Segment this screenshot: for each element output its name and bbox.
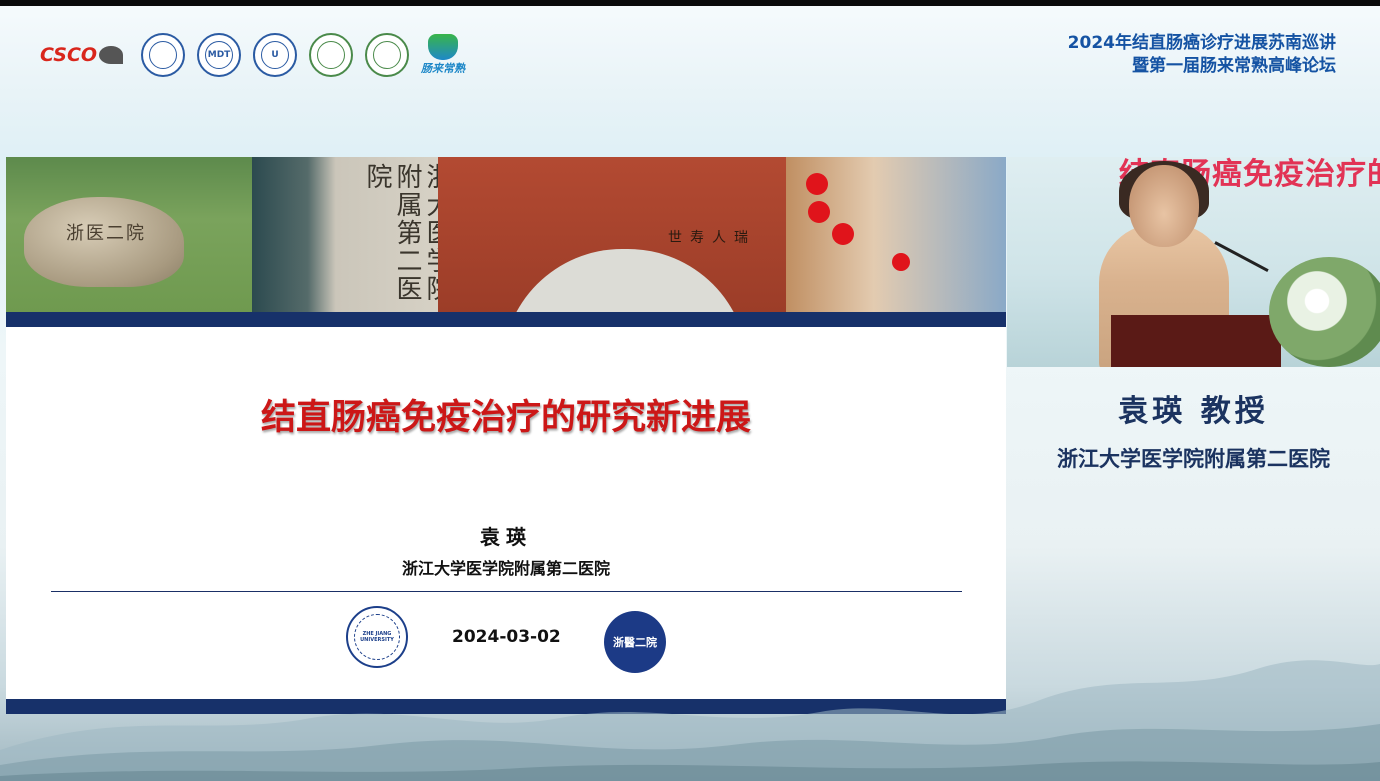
mdt-seal-text: MDT [207, 50, 231, 60]
hospital-banner-photo: 浙医二院 浙大医学院附属第二医院 世寿人瑞 [6, 157, 1006, 312]
lantern-icon [832, 223, 854, 245]
slide-bottom-band [6, 699, 1006, 714]
photo-gate-inscription: 世寿人瑞 [668, 230, 756, 246]
hospital-seal-logo [309, 33, 354, 77]
photo-rock-inscription: 浙医二院 [66, 223, 146, 244]
speaker-video-feed: 结直肠癌免疫治疗的 [1007, 157, 1380, 367]
slide-speaker-name: 袁瑛 [480, 525, 532, 549]
sponsor-logos: CSCO MDT U 肠来常熟 [40, 30, 465, 80]
lantern-icon [892, 253, 910, 271]
lantern-icon [806, 173, 828, 195]
conference-title-line2: 暨第一届肠来常熟高峰论坛 [1132, 56, 1336, 76]
presentation-slide: 浙医二院 浙大医学院附属第二医院 世寿人瑞 结直肠癌免疫治疗的研究新进展 袁瑛 … [6, 157, 1006, 714]
csco-logo: CSCO [40, 44, 124, 66]
podium [1111, 315, 1281, 367]
csco-emblem-icon [99, 46, 124, 64]
slide-divider [51, 591, 962, 592]
conference-title: 2024年结直肠癌诊疗进展苏南巡讲 暨第一届肠来常熟高峰论坛 [1068, 32, 1336, 78]
csco-logo-text: CSCO [40, 44, 98, 66]
photo-building: 浙大医学院附属第二医院 [252, 157, 452, 312]
photo-arch [502, 249, 748, 312]
slide-title: 结直肠癌免疫治疗的研究新进展 [260, 398, 751, 438]
speaker-head [1129, 165, 1199, 247]
u-seal-logo: U [253, 33, 298, 77]
hospital-seal-text: 浙醫二院 [613, 636, 657, 649]
top-black-bar [0, 0, 1380, 6]
mdt-seal-logo: MDT [197, 33, 242, 77]
hospital-seal-logo: 浙醫二院 [604, 611, 666, 673]
zju-seal-logo: ZHE JIANG UNIVERSITY [346, 606, 408, 668]
flower-arrangement [1269, 257, 1380, 367]
zju-seal-text: ZHE JIANG UNIVERSITY [360, 631, 394, 643]
u-seal-text: U [271, 50, 279, 60]
slide-affiliation: 浙江大学医学院附属第二医院 [401, 559, 610, 578]
brand-caption: 肠来常熟 [421, 62, 466, 75]
second-hospital-seal-logo [365, 33, 410, 77]
changlai-brand-icon [428, 34, 459, 60]
society-seal-logo [141, 33, 186, 77]
slide-top-band [6, 312, 1006, 327]
conference-title-line1: 2024年结直肠癌诊疗进展苏南巡讲 [1067, 33, 1336, 53]
photo-rock: 浙医二院 [24, 197, 184, 287]
slide-date: 2024-03-02 [452, 627, 561, 647]
speaker-name-title: 袁瑛 教授 [1118, 394, 1269, 429]
speaker-hospital: 浙江大学医学院附属第二医院 [1057, 447, 1330, 471]
photo-garden: 浙医二院 [6, 157, 252, 312]
changlai-changshu-logo: 肠来常熟 [421, 34, 465, 76]
photo-gate: 世寿人瑞 [438, 157, 816, 312]
lantern-icon [808, 201, 830, 223]
